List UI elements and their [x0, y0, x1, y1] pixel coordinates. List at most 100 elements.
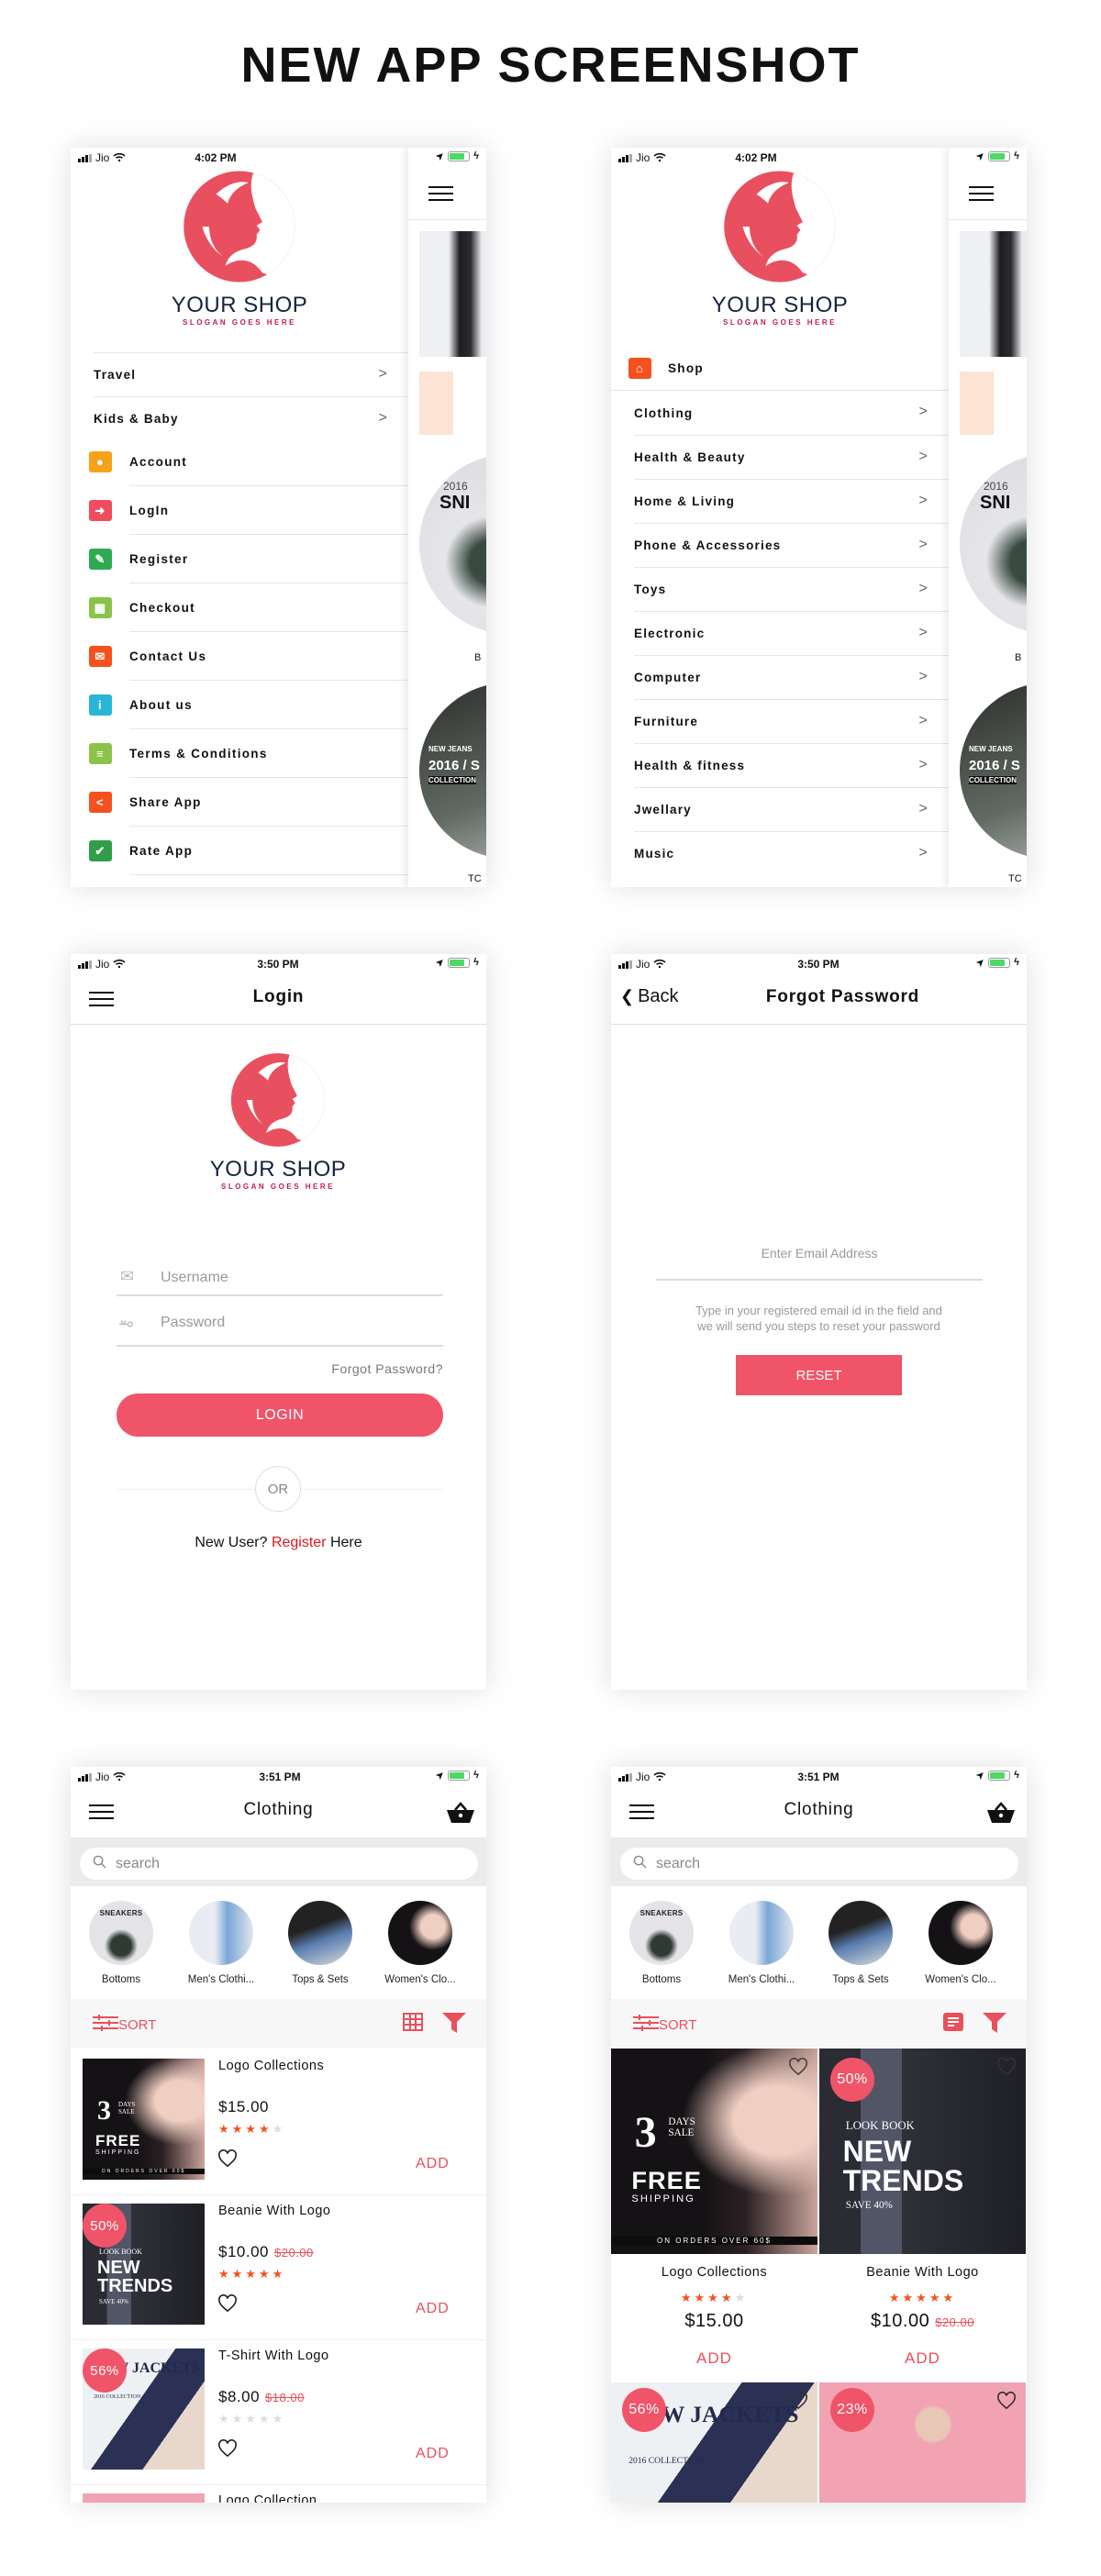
top-bar: Clothing [611, 1787, 1027, 1838]
drawer-link-login[interactable]: ➜ LogIn [71, 486, 408, 535]
drawer-category-item[interactable]: Music > [634, 831, 949, 875]
drawer-category-item[interactable]: Computer > [634, 655, 949, 699]
mail-icon: ✉ [120, 1267, 135, 1285]
product-grid-card[interactable]: LOOK BOOK NEW TRENDS SAVE 40% 50% Beanie Wit… [819, 2049, 1026, 2381]
category-shortcut[interactable]: Tops & Sets [815, 1901, 906, 1985]
login-button[interactable]: LOGIN [117, 1393, 443, 1437]
category-shortcut[interactable]: Men's Clothi... [716, 1901, 807, 1985]
add-to-cart-button[interactable]: ADD [416, 2446, 450, 2462]
wishlist-heart-icon[interactable] [788, 2392, 808, 2415]
sort-button[interactable]: SORT [93, 2014, 156, 2036]
search-input[interactable]: search [620, 1848, 1018, 1880]
product-grid-card[interactable]: NEW JACKETS 2016 COLLECTION 56% [611, 2382, 817, 2503]
hamburger-menu-icon[interactable] [969, 186, 994, 201]
register-link[interactable]: Register [272, 1535, 327, 1550]
list-view-button[interactable] [943, 2013, 963, 2036]
cart-basket-icon[interactable] [986, 1802, 1016, 1828]
drawer-link-checkout[interactable]: ▦ Checkout [71, 583, 408, 632]
category-shortcut[interactable]: SNEAKERS Bottoms [616, 1901, 707, 1985]
location-icon: ➤ [974, 150, 987, 162]
product-list-item[interactable]: NEW JACKETS 2016 COLLECTION 56% T-Shirt Wit… [71, 2340, 486, 2485]
wishlist-heart-icon[interactable] [996, 2058, 1017, 2081]
logo-slogan: SLOGAN GOES HERE [722, 318, 837, 327]
wishlist-heart-icon[interactable] [217, 2439, 238, 2462]
help-line: Type in your registered email id in the … [695, 1304, 942, 1317]
filter-funnel-icon[interactable] [983, 2013, 1006, 2037]
here-text: Here [329, 1535, 362, 1550]
cart-basket-icon[interactable] [446, 1802, 475, 1828]
drawer-category-item[interactable]: Health & Beauty > [634, 435, 949, 479]
drawer-category-item[interactable]: Phone & Accessories > [634, 523, 949, 567]
username-field[interactable]: ✉ Username [117, 1261, 443, 1296]
top-bar: Clothing [71, 1787, 486, 1838]
product-grid-card[interactable]: 3 DAYS SALE FREE SHIPPING ON ORDERS OVER 60$… [611, 2049, 817, 2381]
password-field[interactable]: ⚷ Password [117, 1311, 443, 1347]
wishlist-heart-icon[interactable] [217, 2294, 238, 2317]
banner-headline: NEW TRENDS [842, 2135, 964, 2197]
product-grid-card[interactable]: 23% [819, 2382, 1026, 2503]
product-name: T-Shirt With Logo [218, 2348, 329, 2363]
category-shortcut[interactable]: Tops & Sets [274, 1901, 366, 1985]
product-name: Logo Collections [218, 2059, 325, 2073]
basket-icon: ▦ [89, 597, 112, 618]
drawer-link-contact-us[interactable]: ✉ Contact Us [71, 632, 408, 681]
drawer-category-item[interactable]: Kids & Baby > [94, 396, 408, 440]
category-label: Computer [634, 671, 702, 684]
wishlist-heart-icon[interactable] [788, 2058, 808, 2081]
drawer-category-item[interactable]: Health & fitness > [634, 743, 949, 787]
drawer-category-item[interactable]: Toys > [634, 567, 949, 611]
drawer-category-item[interactable]: Electronic > [634, 611, 949, 655]
drawer-link-register[interactable]: ✎ Register [71, 535, 408, 583]
product-name: Logo Collection [218, 2493, 317, 2503]
product-list-item[interactable]: 3 DAYS SALE FREE SHIPPING ON ORDERS OVER 60$… [71, 2050, 486, 2195]
add-to-cart-button[interactable]: ADD [819, 2349, 1026, 2368]
side-drawer: YOUR SHOP SLOGAN GOES HERE ⌂ Shop Clothing > H… [611, 148, 949, 887]
product-price: $8.00 [218, 2388, 261, 2405]
drawer-category-item[interactable]: Jwellary > [634, 787, 949, 831]
category-shortcut[interactable]: Men's Clothi... [175, 1901, 267, 1985]
star-rating: ★★★★★ [611, 2291, 817, 2305]
hamburger-menu-icon[interactable] [428, 186, 453, 201]
drawer-link-about-us[interactable]: i About us [71, 681, 408, 729]
drawer-link-rate-app[interactable]: ✔ Rate App [71, 827, 408, 875]
shop-logo: YOUR SHOP SLOGAN GOES HERE [210, 1051, 347, 1191]
wifi-icon [653, 1771, 666, 1783]
drawer-category-item[interactable]: Travel > [94, 352, 408, 396]
product-price: $15.00 [684, 2311, 744, 2331]
add-to-cart-button[interactable]: ADD [416, 2156, 450, 2172]
category-shortcut[interactable]: Women's Clo... [374, 1901, 466, 1985]
search-input[interactable]: search [80, 1848, 478, 1880]
grid-view-button[interactable] [403, 2013, 423, 2036]
star-filled-icon: ★ [218, 2267, 232, 2281]
category-label: Clothing [634, 405, 694, 420]
reset-button[interactable]: RESET [736, 1355, 902, 1395]
drawer-category-item[interactable]: Home & Living > [634, 479, 949, 523]
wishlist-heart-icon[interactable] [996, 2392, 1017, 2415]
add-to-cart-button[interactable]: ADD [416, 2301, 450, 2317]
search-placeholder: search [656, 1855, 701, 1871]
filter-funnel-icon[interactable] [442, 2013, 466, 2037]
drawer-link-account[interactable]: ● Account [71, 438, 408, 486]
category-shortcut[interactable]: SNEAKERS Bottoms [75, 1901, 167, 1985]
drawer-link-terms-conditions[interactable]: ≡ Terms & Conditions [71, 729, 408, 778]
help-text: Type in your registered email id in the … [611, 1303, 1027, 1334]
category-shortcut[interactable]: Women's Clo... [915, 1901, 1006, 1985]
category-label: Women's Clo... [384, 1974, 456, 1985]
product-list-item[interactable]: LOOK BOOK NEW TRENDS SAVE 40% 50% Beanie Wit… [71, 2195, 486, 2340]
product-list-item[interactable]: Logo Collection [71, 2485, 486, 2503]
drawer-category-item[interactable]: Clothing > [634, 391, 949, 435]
drawer-link-shop[interactable]: ⌂ Shop [611, 346, 949, 391]
sort-button[interactable]: SORT [633, 2014, 696, 2036]
discount-badge: 50% [830, 2058, 874, 2102]
forgot-password-link[interactable]: Forgot Password? [331, 1361, 443, 1376]
star-filled-icon: ★ [218, 2122, 232, 2136]
home-screen-peek[interactable]: 2016 SNI B NEW JEANS 2016 / S COLLECTION TC [949, 148, 1027, 887]
chevron-right-icon: > [918, 581, 929, 596]
drawer-category-item[interactable]: Furniture > [634, 699, 949, 743]
status-left: Jio [618, 958, 666, 971]
add-to-cart-button[interactable]: ADD [611, 2349, 817, 2368]
email-field[interactable]: Enter Email Address [656, 1246, 983, 1281]
drawer-link-share-app[interactable]: < Share App [71, 778, 408, 827]
wishlist-heart-icon[interactable] [217, 2149, 238, 2172]
home-screen-peek[interactable]: 2016 SNI B NEW JEANS 2016 / S COLLECTION TC [408, 148, 486, 887]
